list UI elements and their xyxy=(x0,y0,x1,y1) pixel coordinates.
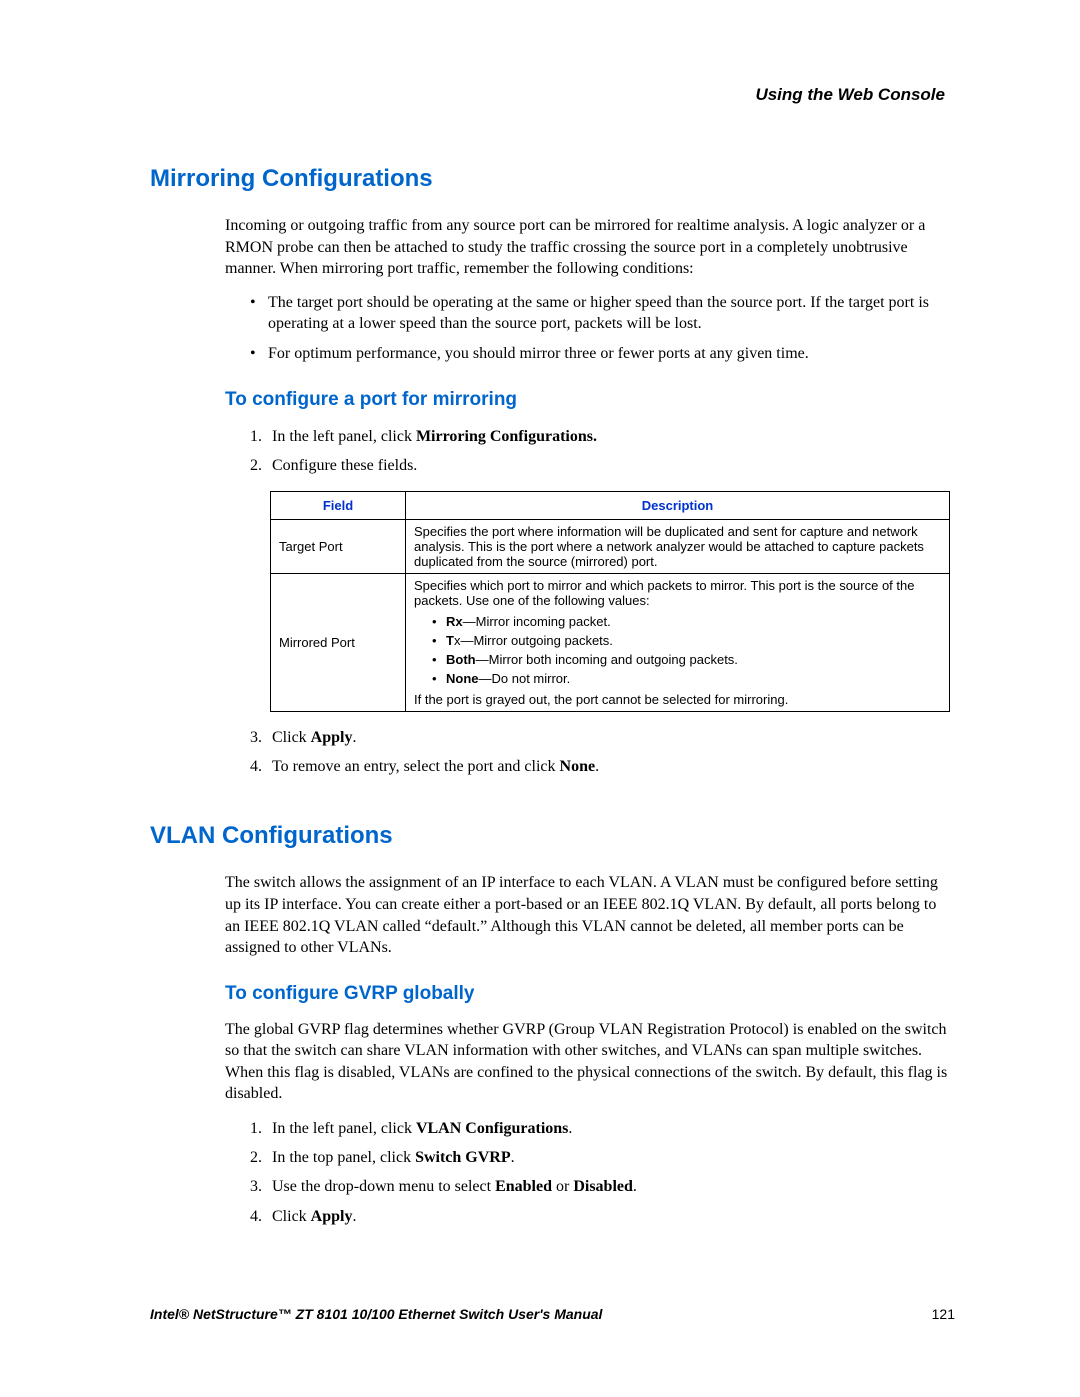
value-text: —Mirror both incoming and outgoing packe… xyxy=(476,652,738,667)
condition-item: The target port should be operating at t… xyxy=(250,292,955,335)
mirroring-intro: Incoming or outgoing traffic from any so… xyxy=(225,215,955,280)
step-item: In the left panel, click VLAN Configurat… xyxy=(250,1117,955,1140)
value-item: Both—Mirror both incoming and outgoing p… xyxy=(432,652,941,667)
step-text: . xyxy=(352,729,356,746)
value-bold: Both xyxy=(446,652,476,667)
step-text: . xyxy=(633,1178,637,1195)
page-footer: Intel® NetStructure™ ZT 8101 10/100 Ethe… xyxy=(150,1306,955,1322)
step-text: To remove an entry, select the port and … xyxy=(272,758,560,775)
table-header-description: Description xyxy=(406,491,950,519)
step-text: . xyxy=(511,1149,515,1166)
step-item: To remove an entry, select the port and … xyxy=(250,755,955,778)
step-text: or xyxy=(552,1178,573,1195)
subheading-configure-gvrp: To configure GVRP globally xyxy=(225,983,955,1005)
gvrp-para: The global GVRP flag determines whether … xyxy=(225,1019,955,1105)
value-item: None—Do not mirror. xyxy=(432,671,941,686)
mirroring-conditions-list: The target port should be operating at t… xyxy=(250,292,955,365)
step-bold: Disabled xyxy=(573,1178,633,1195)
mirroring-fields-table: Field Description Target Port Specifies … xyxy=(270,491,950,712)
step-bold: VLAN Configurations xyxy=(416,1120,568,1137)
step-item: Click Apply. xyxy=(250,726,955,749)
step-item: In the left panel, click Mirroring Confi… xyxy=(250,425,955,448)
value-item: Rx—Mirror incoming packet. xyxy=(432,614,941,629)
table-row: Mirrored Port Specifies which port to mi… xyxy=(271,573,950,711)
subheading-configure-port-mirroring: To configure a port for mirroring xyxy=(225,389,955,411)
step-text: In the left panel, click xyxy=(272,428,416,445)
step-bold: Apply xyxy=(311,729,353,746)
section-heading-mirroring: Mirroring Configurations xyxy=(150,165,955,193)
cell-description: Specifies which port to mirror and which… xyxy=(406,573,950,711)
footer-manual-title: Intel® NetStructure™ ZT 8101 10/100 Ethe… xyxy=(150,1306,602,1322)
value-bold: T xyxy=(446,633,454,648)
section-heading-vlan: VLAN Configurations xyxy=(150,822,955,850)
table-row: Target Port Specifies the port where inf… xyxy=(271,519,950,573)
step-text: . xyxy=(352,1208,356,1225)
gvrp-steps: In the left panel, click VLAN Configurat… xyxy=(250,1117,955,1228)
value-bold: None xyxy=(446,671,479,686)
step-bold: Mirroring Configurations. xyxy=(416,428,597,445)
step-item: Configure these fields. xyxy=(250,454,955,477)
value-text: —Do not mirror. xyxy=(479,671,571,686)
mirroring-steps: In the left panel, click Mirroring Confi… xyxy=(250,425,955,477)
value-text: x—Mirror outgoing packets. xyxy=(454,633,613,648)
vlan-intro: The switch allows the assignment of an I… xyxy=(225,872,955,958)
page-header: Using the Web Console xyxy=(150,85,955,105)
table-header-field: Field xyxy=(271,491,406,519)
value-item: Tx—Mirror outgoing packets. xyxy=(432,633,941,648)
footer-page-number: 121 xyxy=(932,1306,955,1322)
step-item: In the top panel, click Switch GVRP. xyxy=(250,1146,955,1169)
step-item: Use the drop-down menu to select Enabled… xyxy=(250,1175,955,1198)
step-item: Click Apply. xyxy=(250,1205,955,1228)
cell-text: If the port is grayed out, the port cann… xyxy=(414,692,941,707)
value-bold: Rx xyxy=(446,614,463,629)
step-text: Click xyxy=(272,729,311,746)
mirror-values-list: Rx—Mirror incoming packet. Tx—Mirror out… xyxy=(432,614,941,686)
step-text: In the left panel, click xyxy=(272,1120,416,1137)
step-text: Use the drop-down menu to select xyxy=(272,1178,495,1195)
condition-item: For optimum performance, you should mirr… xyxy=(250,343,955,365)
step-bold: Apply xyxy=(311,1208,353,1225)
step-text: . xyxy=(595,758,599,775)
step-text: . xyxy=(568,1120,572,1137)
value-text: —Mirror incoming packet. xyxy=(463,614,611,629)
cell-field: Mirrored Port xyxy=(271,573,406,711)
cell-text: Specifies which port to mirror and which… xyxy=(414,578,941,608)
step-bold: Switch GVRP xyxy=(415,1149,511,1166)
mirroring-steps-cont: Click Apply. To remove an entry, select … xyxy=(250,726,955,778)
step-bold: Enabled xyxy=(495,1178,552,1195)
cell-description: Specifies the port where information wil… xyxy=(406,519,950,573)
step-text: In the top panel, click xyxy=(272,1149,415,1166)
step-text: Click xyxy=(272,1208,311,1225)
step-bold: None xyxy=(560,758,596,775)
cell-field: Target Port xyxy=(271,519,406,573)
